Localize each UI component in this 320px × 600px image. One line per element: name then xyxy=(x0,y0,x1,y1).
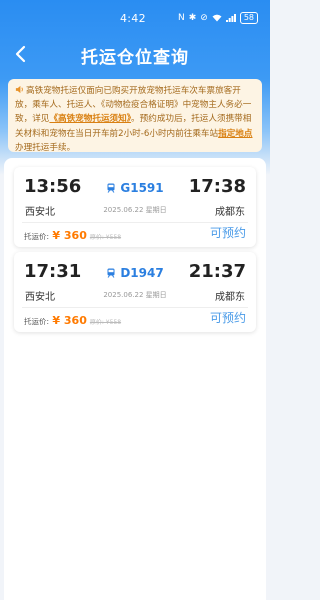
pet-rules-link[interactable]: 《高铁宠物托运须知》 xyxy=(49,114,131,124)
status-bar: 4:42 N ✱ ⊘ 58 xyxy=(0,0,270,38)
location-link[interactable]: 指定地点 xyxy=(218,129,252,139)
status-icons: N ✱ ⊘ 58 xyxy=(178,12,258,24)
notice-text-3: 办理托运手续。 xyxy=(15,142,76,152)
battery-indicator: 58 xyxy=(239,12,258,24)
fee-label: 托运价: xyxy=(24,317,50,326)
fee-row: 托运价: ¥ 360 原价: ¥558 xyxy=(24,314,121,327)
card-divider xyxy=(22,222,248,223)
fee-label: 托运价: xyxy=(24,232,50,241)
arrival-station: 成都东 xyxy=(215,207,245,218)
nfc-icon: N xyxy=(177,13,185,23)
book-button[interactable]: 可预约 xyxy=(210,224,246,241)
signal-icon xyxy=(225,14,236,22)
original-price: 原价: ¥558 xyxy=(89,319,122,326)
train-number-text: G1591 xyxy=(120,181,164,195)
bluetooth-icon: ✱ xyxy=(188,13,197,23)
page-title: 托运仓位查询 xyxy=(81,48,189,68)
original-price: 原价: ¥558 xyxy=(89,234,122,241)
price: ¥ 360 xyxy=(52,314,87,327)
mute-icon: ⊘ xyxy=(200,13,208,23)
train-icon xyxy=(107,268,115,278)
train-number-text: D1947 xyxy=(120,266,164,280)
wifi-icon xyxy=(212,14,222,22)
speaker-icon xyxy=(15,85,23,94)
nav-bar: 托运仓位查询 xyxy=(0,38,270,70)
train-card[interactable]: 17:31 D1947 21:37 西安北 2025.06.22 星期日 成都东… xyxy=(14,252,256,332)
price: ¥ 360 xyxy=(52,229,87,242)
card-divider xyxy=(22,307,248,308)
train-card[interactable]: 13:56 G1591 17:38 西安北 2025.06.22 星期日 成都东… xyxy=(14,167,256,247)
train-icon xyxy=(107,183,115,193)
arrival-station: 成都东 xyxy=(215,292,245,303)
notice-banner: 高铁宠物托运仅面向已购买开放宠物托运车次车票旅客开放，乘车人、托运人、《动物检疫… xyxy=(8,79,262,152)
fee-row: 托运价: ¥ 360 原价: ¥558 xyxy=(24,229,121,242)
arrival-time: 21:37 xyxy=(188,261,246,282)
book-button[interactable]: 可预约 xyxy=(210,309,246,326)
status-time: 4:42 xyxy=(120,12,146,25)
arrival-time: 17:38 xyxy=(188,176,246,197)
